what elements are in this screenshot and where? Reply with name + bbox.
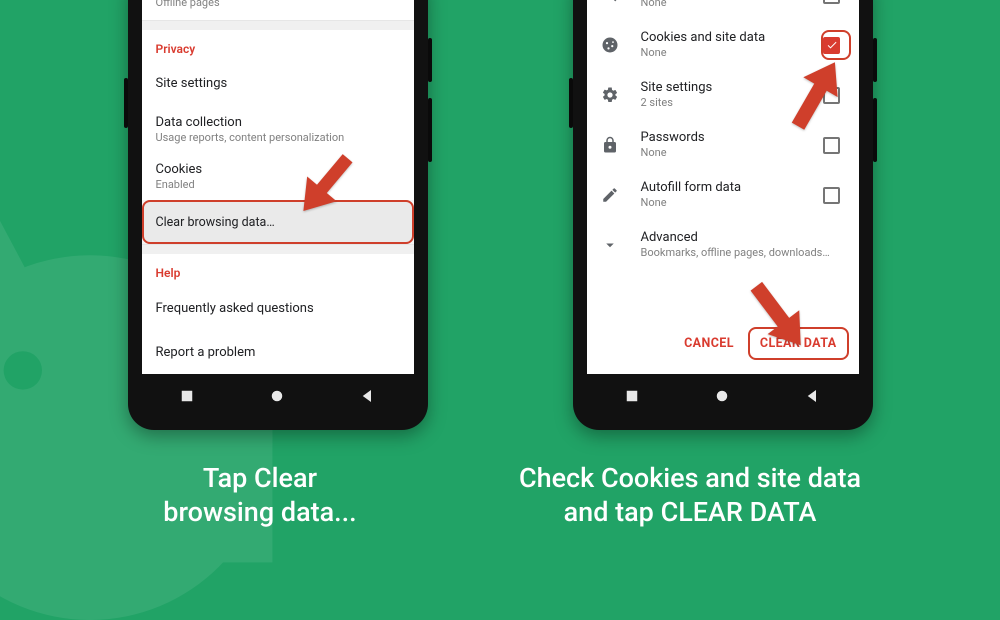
faq-title: Frequently asked questions bbox=[156, 301, 314, 316]
dialog-actions: CANCEL CLEAR DATA bbox=[587, 311, 859, 374]
faq-row[interactable]: Frequently asked questions bbox=[142, 286, 414, 330]
passwords-checkbox[interactable] bbox=[823, 137, 840, 154]
right-screen: Recent searches None Cookies and site da… bbox=[587, 0, 859, 374]
autofill-title: Autofill form data bbox=[641, 180, 819, 195]
help-header: Help bbox=[142, 254, 414, 286]
search-icon bbox=[601, 0, 641, 4]
clear-browsing-data-title: Clear browsing data… bbox=[156, 215, 275, 230]
site-settings-title: Site settings bbox=[156, 76, 228, 91]
recent-searches-checkbox[interactable] bbox=[823, 0, 840, 4]
nav-home-icon[interactable] bbox=[268, 387, 286, 409]
cookies-site-data-row[interactable]: Cookies and site data None bbox=[587, 20, 859, 70]
left-screen: Offline pages Offline pages Privacy Site… bbox=[142, 0, 414, 374]
advanced-sub: Bookmarks, offline pages, downloads… bbox=[641, 246, 845, 259]
offline-pages-row[interactable]: Offline pages Offline pages bbox=[142, 0, 414, 20]
nav-back-icon[interactable] bbox=[178, 387, 196, 409]
site-settings-row[interactable]: Site settings bbox=[142, 62, 414, 106]
cookies-site-data-sub: None bbox=[641, 46, 819, 59]
left-caption: Tap Clear browsing data... bbox=[100, 462, 420, 530]
site-settings-checkbox[interactable] bbox=[823, 87, 840, 104]
site-settings-title: Site settings bbox=[641, 80, 819, 95]
data-collection-row[interactable]: Data collection Usage reports, content p… bbox=[142, 106, 414, 153]
nav-back-icon[interactable] bbox=[623, 387, 641, 409]
autofill-row[interactable]: Autofill form data None bbox=[587, 170, 859, 220]
captions: Tap Clear browsing data... Check Cookies… bbox=[0, 462, 1000, 530]
recent-searches-row[interactable]: Recent searches None bbox=[587, 0, 859, 20]
privacy-header: Privacy bbox=[142, 30, 414, 62]
site-settings-sub: 2 sites bbox=[641, 96, 819, 109]
nav-recent-icon[interactable] bbox=[804, 387, 822, 409]
autofill-sub: None bbox=[641, 196, 819, 209]
gear-icon bbox=[601, 86, 641, 104]
cookies-row[interactable]: Cookies Enabled bbox=[142, 153, 414, 200]
offline-pages-sub: Offline pages bbox=[156, 0, 232, 10]
cookies-sub: Enabled bbox=[156, 178, 203, 191]
data-collection-sub: Usage reports, content personalization bbox=[156, 131, 345, 144]
chevron-down-icon bbox=[601, 236, 641, 254]
nav-home-icon[interactable] bbox=[713, 387, 731, 409]
passwords-sub: None bbox=[641, 146, 819, 159]
advanced-title: Advanced bbox=[641, 230, 845, 245]
pencil-icon bbox=[601, 186, 641, 204]
data-collection-title: Data collection bbox=[156, 115, 345, 130]
passwords-title: Passwords bbox=[641, 130, 819, 145]
site-settings-row[interactable]: Site settings 2 sites bbox=[587, 70, 859, 120]
clear-data-button[interactable]: CLEAR DATA bbox=[748, 327, 849, 360]
lock-icon bbox=[601, 136, 641, 154]
right-phone: Recent searches None Cookies and site da… bbox=[573, 0, 873, 430]
left-phone: Offline pages Offline pages Privacy Site… bbox=[128, 0, 428, 430]
cookies-site-data-title: Cookies and site data bbox=[641, 30, 819, 45]
cookies-site-data-checkbox[interactable] bbox=[823, 37, 840, 54]
cancel-button[interactable]: CANCEL bbox=[674, 329, 744, 358]
nav-recent-icon[interactable] bbox=[359, 387, 377, 409]
android-navbar bbox=[587, 380, 859, 416]
autofill-checkbox[interactable] bbox=[823, 187, 840, 204]
right-caption: Check Cookies and site data and tap CLEA… bbox=[480, 462, 900, 530]
advanced-row[interactable]: Advanced Bookmarks, offline pages, downl… bbox=[587, 220, 859, 270]
cookie-icon bbox=[601, 36, 641, 54]
android-navbar bbox=[142, 380, 414, 416]
report-problem-title: Report a problem bbox=[156, 345, 256, 360]
recent-searches-sub: None bbox=[641, 0, 819, 10]
report-problem-row[interactable]: Report a problem bbox=[142, 330, 414, 374]
clear-browsing-data-row[interactable]: Clear browsing data… bbox=[142, 200, 414, 244]
passwords-row[interactable]: Passwords None bbox=[587, 120, 859, 170]
cookies-title: Cookies bbox=[156, 162, 203, 177]
